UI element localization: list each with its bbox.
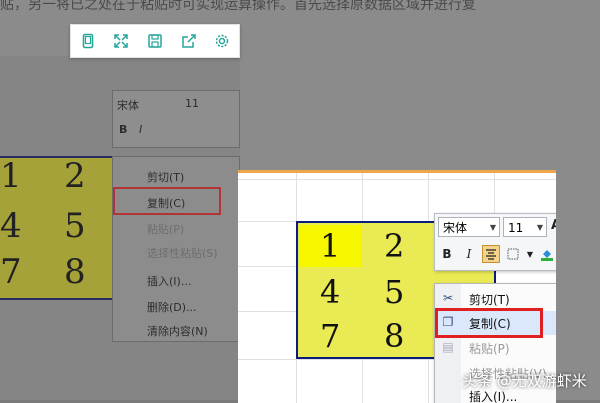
spreadsheet-screenshot: 1 2 4 5 7 8 宋体 ▼ 11 ▼ A B I ▼ — [238, 170, 556, 403]
bg-menu-item: 剪切(T) — [147, 171, 185, 184]
expand-icon[interactable] — [109, 29, 133, 53]
font-name-select[interactable]: 宋体 ▼ — [438, 217, 500, 237]
tablet-icon[interactable] — [76, 29, 100, 53]
bg-cell-value: 1 — [0, 156, 22, 196]
bg-cell-value: 2 — [64, 156, 86, 196]
bg-cell-value: 8 — [64, 252, 86, 292]
bg-context-menu: 剪切(T) 复制(C) 粘贴(P) 选择性粘贴(S) 插入(I)... 删除(D… — [112, 156, 240, 342]
menu-item-paste[interactable]: ▤ 粘贴(P) — [435, 336, 556, 360]
chevron-down-icon: ▼ — [489, 223, 496, 232]
bold-button[interactable]: B — [438, 245, 456, 263]
bg-menu-item: 粘贴(P) — [147, 223, 185, 236]
align-center-icon — [486, 249, 496, 260]
borders-icon — [507, 248, 519, 260]
background-spreadsheet: 1 2 4 5 7 8 宋体 11 B I 剪切(T) 复制(C) 粘贴(P) … — [0, 56, 240, 400]
bg-italic-icon: I — [139, 123, 143, 136]
bg-menu-item: 删除(D)... — [147, 301, 197, 314]
fill-bucket-icon — [541, 250, 553, 261]
bg-cell-value: 4 — [0, 206, 22, 246]
italic-button[interactable]: I — [460, 245, 478, 263]
align-center-button[interactable] — [482, 245, 500, 263]
cell-value[interactable]: 7 — [320, 317, 340, 355]
bg-cell-value: 5 — [64, 206, 86, 246]
settings-icon[interactable] — [210, 29, 234, 53]
grow-font-icon[interactable]: A — [551, 218, 556, 233]
format-buttons: B I ▼ — [438, 243, 556, 265]
bg-font-name: 宋体 — [117, 99, 139, 112]
bg-font-size: 11 — [185, 97, 199, 110]
paste-icon: ▤ — [442, 340, 454, 354]
font-name-value: 宋体 — [443, 221, 468, 235]
bg-cell-value: 7 — [0, 252, 22, 292]
bg-copy-highlight — [113, 187, 221, 215]
borders-button[interactable] — [504, 245, 522, 263]
fill-color-button[interactable] — [538, 245, 556, 263]
bg-menu-item: 插入(I)... — [147, 275, 192, 288]
font-size-select[interactable]: 11 ▼ — [503, 217, 547, 237]
bg-mini-toolbar: 宋体 11 B I — [112, 90, 240, 148]
save-icon[interactable] — [143, 29, 167, 53]
cell-value[interactable]: 1 — [320, 227, 340, 265]
font-size-value: 11 — [508, 221, 524, 235]
cell-value[interactable]: 4 — [320, 273, 340, 311]
menu-item-label: 粘贴(P) — [469, 342, 510, 356]
mini-format-toolbar: 宋体 ▼ 11 ▼ A B I ▼ — [434, 213, 556, 271]
copy-highlight-box — [435, 308, 543, 338]
chevron-down-icon[interactable]: ▼ — [526, 245, 534, 263]
share-icon[interactable] — [177, 29, 201, 53]
article-text: 贴，另一将已之处在于粘贴时可实现运算操作。首先选择原数据区域并进行复 — [0, 0, 476, 13]
chevron-down-icon: ▼ — [536, 223, 543, 232]
bg-menu-item: 清除内容(N) — [147, 325, 208, 338]
cell-value[interactable]: 5 — [384, 273, 404, 311]
watermark: 头条 @无双游虾米 — [462, 372, 587, 390]
image-toolbar — [70, 24, 240, 58]
bg-menu-item: 选择性粘贴(S) — [147, 247, 218, 260]
cell-value[interactable]: 8 — [384, 317, 404, 355]
menu-item-label: 剪切(T) — [469, 293, 510, 307]
scissors-icon: ✂ — [442, 291, 454, 305]
cell-value[interactable]: 2 — [384, 227, 404, 265]
bg-bold-icon: B — [119, 123, 128, 136]
grid-line — [238, 179, 556, 180]
